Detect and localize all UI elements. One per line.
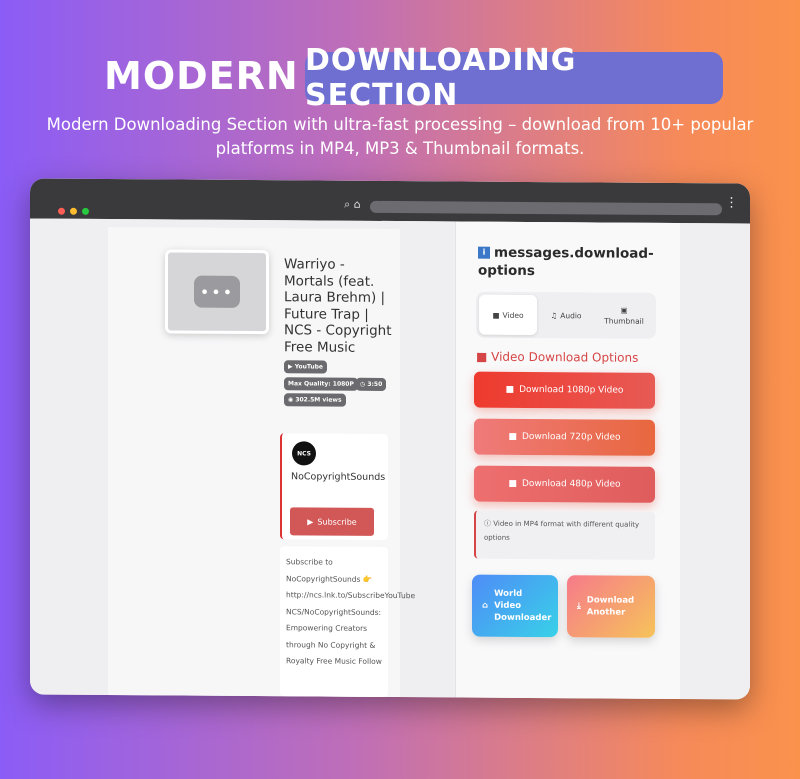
close-window-dot[interactable] <box>58 207 65 215</box>
video-camera-icon: ■ <box>508 431 517 442</box>
search-icon[interactable]: ⌕ <box>344 198 350 211</box>
download-1080p-button[interactable]: ■ Download 1080p Video <box>474 371 655 409</box>
video-thumbnail: ••• <box>165 249 269 335</box>
video-title: Warriyo - Mortals (feat. Laura Brehm) | … <box>284 256 392 356</box>
download-720p-label: Download 720p Video <box>521 431 621 443</box>
channel-card: NCS NoCopyrightSounds ▶ Subscribe <box>280 433 388 540</box>
info-icon: ⓘ <box>484 519 494 528</box>
download-icon: ⤓ <box>577 601 581 612</box>
youtube-icon: ▶ <box>288 363 295 371</box>
subscribe-label: Subscribe <box>317 516 357 527</box>
download-another-button[interactable]: ⤓ Download Another <box>567 575 655 638</box>
download-1080p-label: Download 1080p Video <box>519 384 624 396</box>
youtube-icon: ▶ <box>307 516 314 526</box>
tab-thumbnail[interactable]: ▣ Thumbnail <box>595 295 653 335</box>
section-heading-text: Video Download Options <box>491 349 639 365</box>
tab-video[interactable]: ■ Video <box>479 294 537 336</box>
download-720p-button[interactable]: ■ Download 720p Video <box>474 418 655 456</box>
video-camera-icon: ■ <box>505 384 515 395</box>
views-label: 302.5M views <box>295 396 342 404</box>
panel-title-text: messages.download-options <box>478 244 654 280</box>
page-viewport: ••• Warriyo - Mortals (feat. Laura Brehm… <box>30 218 750 700</box>
section-heading: ■ Video Download Options <box>476 350 638 365</box>
max-quality-badge: Max Quality: 1080P <box>284 377 358 391</box>
maximize-window-dot[interactable] <box>82 207 89 215</box>
video-camera-icon: ■ <box>508 478 517 489</box>
kebab-menu-icon[interactable]: ⋮ <box>725 195 738 210</box>
video-info-panel: ••• Warriyo - Mortals (feat. Laura Brehm… <box>108 227 415 700</box>
video-camera-icon: ■ <box>476 349 492 364</box>
duration-label: 3:50 <box>367 380 383 388</box>
download-480p-label: Download 480p Video <box>521 478 621 490</box>
format-note: ⓘ Video in MP4 format with different qua… <box>474 510 655 560</box>
views-badge: ◉ 302.5M views <box>284 393 346 407</box>
world-downloader-button[interactable]: ⌂ World Video Downloader <box>472 574 558 638</box>
home-icon: ⌂ <box>482 600 489 611</box>
video-camera-icon: ■ <box>492 310 500 320</box>
hero-subtitle: Modern Downloading Section with ultra-fa… <box>0 113 800 161</box>
address-bar[interactable] <box>370 200 722 216</box>
hero-subtitle-line1: Modern Downloading Section with ultra-fa… <box>46 115 754 134</box>
hero-title-pill: DOWNLOADING SECTION <box>305 43 723 113</box>
minimize-window-dot[interactable] <box>70 207 77 215</box>
format-tabs: ■ Video ♫ Audio ▣ Thumbnail <box>476 291 656 339</box>
format-note-text: Video in MP4 format with different quali… <box>484 519 640 542</box>
world-downloader-label: World Video Downloader <box>494 588 552 624</box>
image-icon: ▣ <box>620 305 628 315</box>
hero-title: MODERN DOWNLOADING SECTION <box>0 43 800 113</box>
browser-toolbar: ⌕ ⌂ ⋮ <box>30 178 750 224</box>
more-options-icon: ••• <box>194 275 240 308</box>
video-description: Subscribe to NoCopyrightSounds 👉 http://… <box>280 546 415 697</box>
channel-avatar: NCS <box>292 441 316 466</box>
platform-badge: ▶ YouTube <box>284 360 327 374</box>
tab-video-label: Video <box>502 310 524 320</box>
home-icon[interactable]: ⌂ <box>354 198 361 211</box>
info-icon: i <box>478 246 490 259</box>
channel-name: NoCopyrightSounds <box>291 471 386 483</box>
tab-audio-label: Audio <box>560 310 582 320</box>
toolbar-icons: ⌕ ⌂ <box>344 198 361 212</box>
download-another-label: Download Another <box>586 595 635 618</box>
tab-audio[interactable]: ♫ Audio <box>537 295 595 335</box>
subscribe-button[interactable]: ▶ Subscribe <box>290 507 374 536</box>
platform-label: YouTube <box>294 363 323 371</box>
panel-title: i messages.download-options <box>478 244 668 281</box>
duration-badge: ◷ 3:50 <box>356 377 387 391</box>
hero-title-word: MODERN <box>104 54 299 98</box>
music-note-icon: ♫ <box>550 310 558 320</box>
hero-subtitle-line2: platforms in MP4, MP3 & Thumbnail format… <box>215 139 585 158</box>
tab-thumbnail-label: Thumbnail <box>604 316 644 326</box>
download-options-panel: i messages.download-options ■ Video ♫ Aud… <box>455 221 680 700</box>
download-480p-button[interactable]: ■ Download 480p Video <box>474 465 655 503</box>
browser-window: ⌕ ⌂ ⋮ ••• Warriyo - Mortals (feat. Laura… <box>30 178 750 700</box>
